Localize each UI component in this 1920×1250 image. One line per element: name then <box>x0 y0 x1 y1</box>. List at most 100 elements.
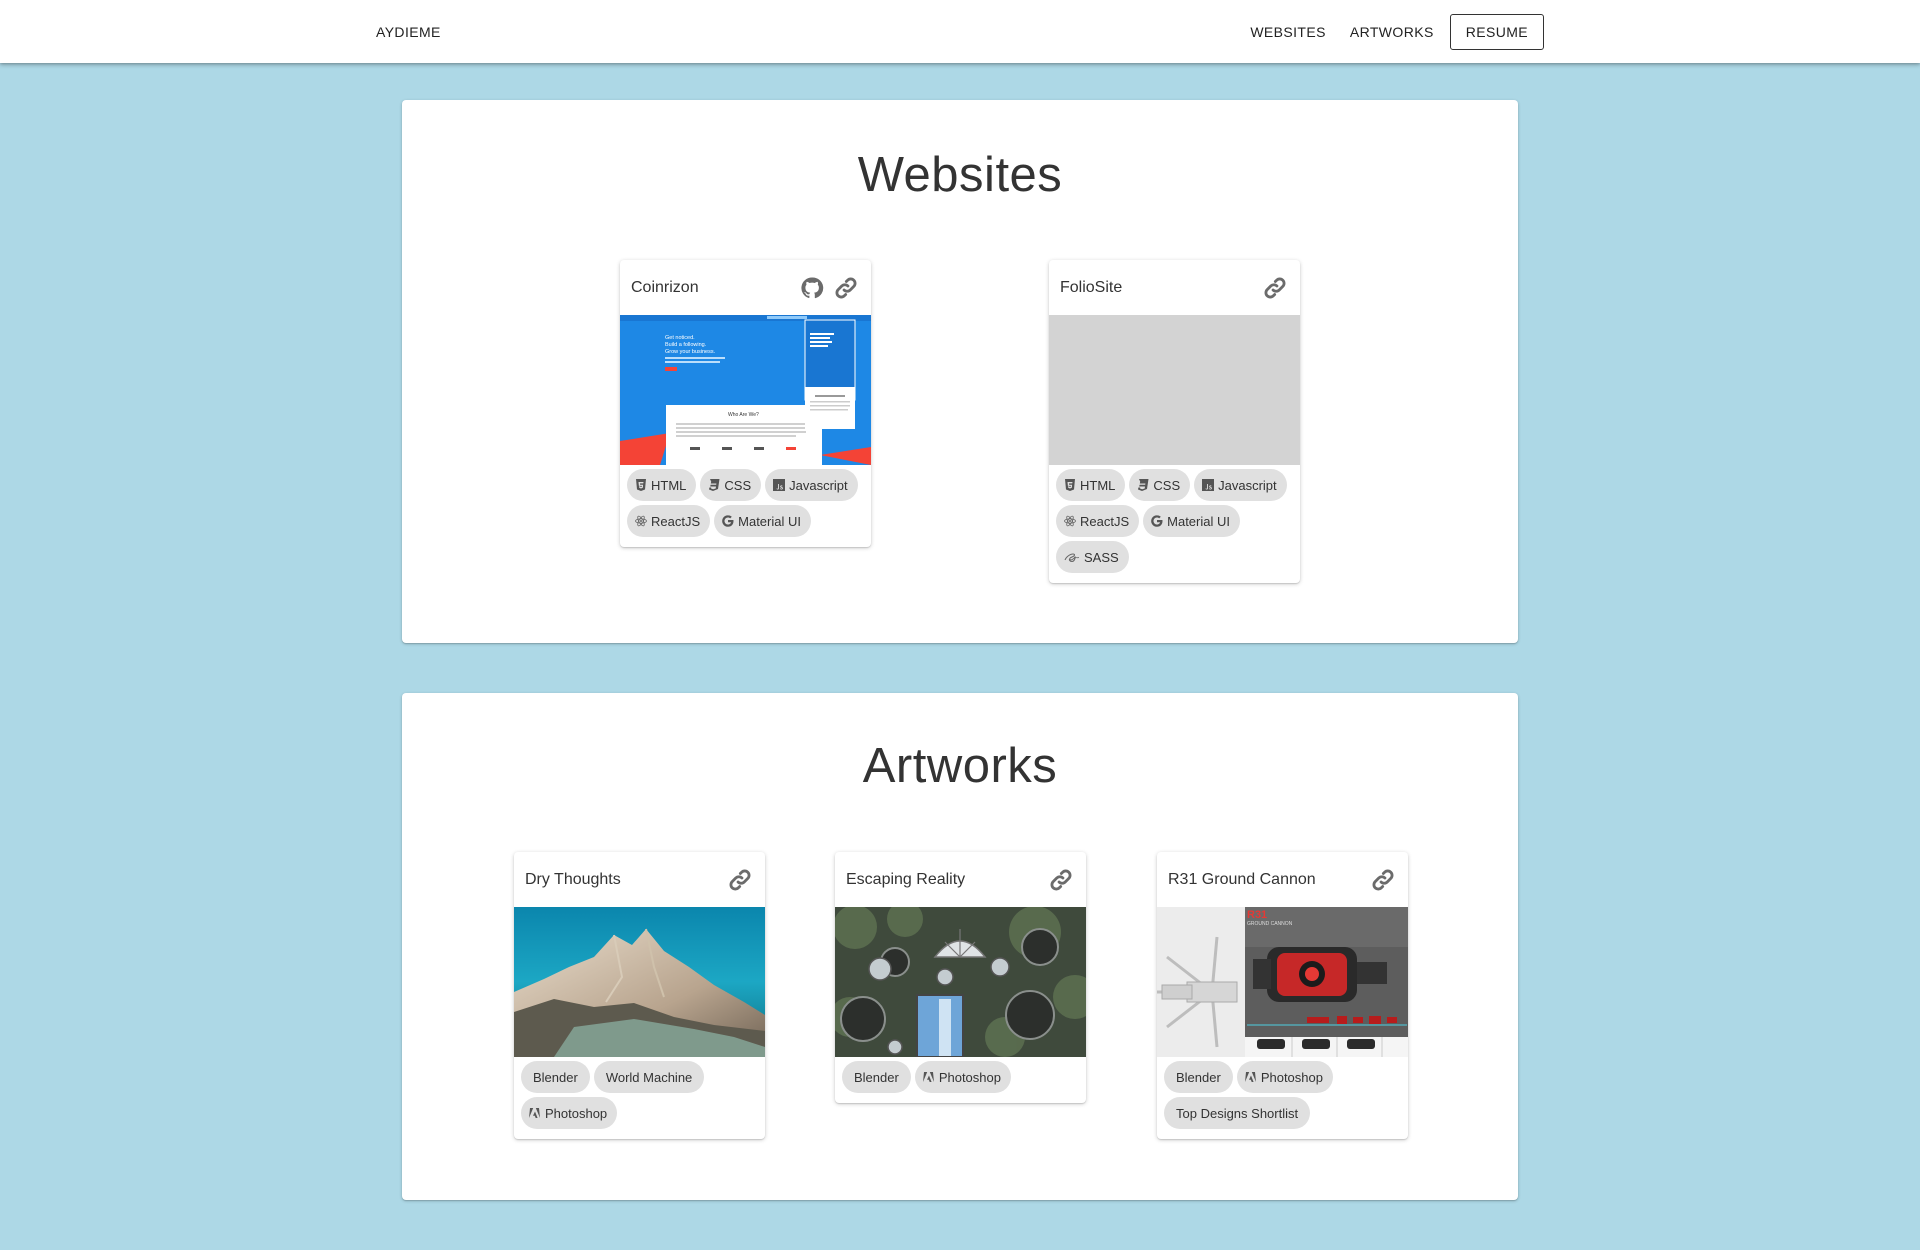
chip-label: ReactJS <box>1080 513 1130 529</box>
card-actions <box>795 272 863 304</box>
link-icon[interactable] <box>1258 272 1292 304</box>
chip-css[interactable]: CSS <box>700 469 762 501</box>
card-actions <box>1366 864 1400 896</box>
chip-reactjs[interactable]: ReactJS <box>1056 505 1140 537</box>
chip-label: Blender <box>854 1069 899 1085</box>
artwork-card-r31-ground-cannon: R31 Ground Cannon R31 GROUND CANNON Blen… <box>1157 852 1408 1139</box>
tool-chips: Blender World Machine Photoshop <box>514 1057 765 1139</box>
link-icon[interactable] <box>1044 864 1078 896</box>
link-icon[interactable] <box>723 864 757 896</box>
adobe-icon <box>529 1107 541 1119</box>
chip-label: CSS <box>724 477 752 493</box>
chip-javascript[interactable]: Javascript <box>1194 469 1287 501</box>
artwork-card-escaping-reality: Escaping Reality Blender Photoshop <box>835 852 1086 1103</box>
artworks-heading: Artworks <box>862 739 1058 793</box>
artwork-card-dry-thoughts: Dry Thoughts Blender World Machine Photo… <box>514 852 765 1139</box>
card-header: Escaping Reality <box>835 852 1086 907</box>
thumb-r31-logo: R31 <box>1247 909 1267 921</box>
link-icon[interactable] <box>829 272 863 304</box>
websites-section: Websites Coinrizon Get noticed. Build a … <box>402 100 1518 643</box>
adobe-icon <box>922 1071 935 1083</box>
chip-label: SASS <box>1084 549 1119 565</box>
card-header: FolioSite <box>1049 260 1300 315</box>
thumb-r31-subtitle: GROUND CANNON <box>1247 921 1293 927</box>
tech-chips: HTML CSS Javascript ReactJS Material UI <box>620 465 871 547</box>
css3-icon <box>708 479 720 491</box>
card-header: Coinrizon <box>620 260 871 315</box>
chip-html[interactable]: HTML <box>1056 469 1126 501</box>
websites-heading: Websites <box>857 148 1063 202</box>
card-title: FolioSite <box>1060 279 1123 296</box>
chip-reactjs[interactable]: ReactJS <box>627 505 711 537</box>
project-card-foliosite: FolioSite HTML CSS Javascript ReactJS Ma… <box>1049 260 1300 583</box>
project-screenshot[interactable]: Get noticed. Build a following. Grow you… <box>620 315 871 465</box>
html5-icon <box>635 479 647 491</box>
card-title: R31 Ground Cannon <box>1168 871 1316 888</box>
card-actions <box>1258 272 1292 304</box>
brand-logo[interactable]: AYDIEME <box>376 0 441 63</box>
chip-photoshop[interactable]: Photoshop <box>1236 1061 1333 1093</box>
resume-button[interactable]: RESUME <box>1449 13 1544 50</box>
chip-label: CSS <box>1153 477 1181 493</box>
card-actions <box>723 864 757 896</box>
chip-photoshop[interactable]: Photoshop <box>521 1097 618 1129</box>
chip-blender[interactable]: Blender <box>521 1061 590 1093</box>
google-icon <box>1151 515 1163 527</box>
thumb-hero-line-3: Grow your business. <box>665 349 716 355</box>
thumb-hero-line-2: Build a following. <box>665 342 707 348</box>
nav-link-artworks[interactable]: ARTWORKS <box>1338 24 1446 40</box>
chip-label: Blender <box>533 1069 578 1085</box>
chip-label: Top Designs Shortlist <box>1176 1105 1299 1121</box>
chip-label: Material UI <box>1167 513 1230 529</box>
link-icon[interactable] <box>1366 864 1400 896</box>
project-screenshot-placeholder[interactable] <box>1049 315 1300 465</box>
tech-chips: HTML CSS Javascript ReactJS Material UI … <box>1049 465 1300 583</box>
chip-label: Material UI <box>738 513 801 529</box>
card-title: Dry Thoughts <box>525 871 621 888</box>
thumb-about-heading: Who Are We? <box>728 412 759 418</box>
nav-link-websites[interactable]: WEBSITES <box>1238 24 1338 40</box>
card-header: Dry Thoughts <box>514 852 765 907</box>
react-icon <box>1064 515 1076 527</box>
artwork-image[interactable]: R31 GROUND CANNON <box>1157 907 1408 1057</box>
tool-chips: Blender Photoshop <box>835 1057 1086 1103</box>
chip-html[interactable]: HTML <box>627 469 697 501</box>
artwork-image[interactable] <box>514 907 765 1057</box>
card-title: Escaping Reality <box>846 871 966 888</box>
chip-material-ui[interactable]: Material UI <box>1143 505 1240 537</box>
javascript-icon <box>773 479 786 491</box>
html5-icon <box>1064 479 1076 491</box>
chip-label: Javascript <box>789 477 848 493</box>
chip-sass[interactable]: SASS <box>1056 541 1129 573</box>
chip-top-designs-shortlist[interactable]: Top Designs Shortlist <box>1164 1097 1311 1129</box>
tool-chips: Blender Photoshop Top Designs Shortlist <box>1157 1057 1408 1139</box>
chip-label: Blender <box>1176 1069 1221 1085</box>
google-icon <box>722 515 734 527</box>
github-icon[interactable] <box>795 272 829 304</box>
chip-javascript[interactable]: Javascript <box>765 469 858 501</box>
top-navbar: AYDIEME WEBSITES ARTWORKS RESUME <box>0 0 1920 63</box>
artwork-image[interactable] <box>835 907 1086 1057</box>
chip-label: HTML <box>651 477 687 493</box>
javascript-icon <box>1202 479 1215 491</box>
card-actions <box>1044 864 1078 896</box>
chip-blender[interactable]: Blender <box>842 1061 911 1093</box>
chip-material-ui[interactable]: Material UI <box>714 505 811 537</box>
chip-css[interactable]: CSS <box>1129 469 1191 501</box>
chip-blender[interactable]: Blender <box>1164 1061 1233 1093</box>
css3-icon <box>1137 479 1149 491</box>
chip-label: Photoshop <box>545 1105 608 1121</box>
sass-icon <box>1064 551 1080 563</box>
adobe-icon <box>1244 1071 1257 1083</box>
chip-label: World Machine <box>605 1069 693 1085</box>
nav-links: WEBSITES ARTWORKS RESUME <box>1238 0 1544 63</box>
card-title: Coinrizon <box>631 279 699 296</box>
thumb-hero-line-1: Get noticed. <box>665 335 695 341</box>
chip-photoshop[interactable]: Photoshop <box>914 1061 1011 1093</box>
chip-world-machine[interactable]: World Machine <box>593 1061 705 1093</box>
react-icon <box>635 515 647 527</box>
card-header: R31 Ground Cannon <box>1157 852 1408 907</box>
chip-label: Photoshop <box>1260 1069 1323 1085</box>
chip-label: HTML <box>1080 477 1116 493</box>
chip-label: ReactJS <box>651 513 701 529</box>
